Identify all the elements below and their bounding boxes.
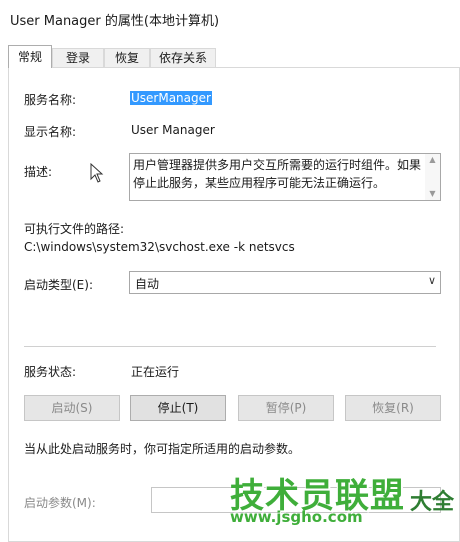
start-button[interactable]: 启动(S) [24, 395, 120, 421]
startup-type-select[interactable]: 自动 ∨ [129, 271, 441, 294]
separator [24, 346, 436, 347]
tab-general[interactable]: 常规 [8, 45, 52, 68]
startup-type-value: 自动 [135, 277, 160, 291]
service-name-label: 服务名称: [24, 93, 77, 107]
tab-dependencies[interactable]: 依存关系 [150, 48, 216, 67]
tab-logon[interactable]: 登录 [52, 48, 104, 67]
stop-button[interactable]: 停止(T) [130, 395, 226, 421]
tab-recovery[interactable]: 恢复 [104, 48, 150, 67]
description-scrollbar[interactable]: ▲ ▼ [425, 154, 440, 200]
start-params-input[interactable] [151, 487, 441, 513]
scroll-down-icon[interactable]: ▼ [425, 188, 440, 200]
window-title: User Manager 的属性(本地计算机) [10, 14, 220, 29]
chevron-down-icon[interactable]: ∨ [428, 274, 436, 287]
service-name-text[interactable]: UserManager [130, 91, 212, 105]
description-label: 描述: [24, 165, 53, 179]
start-params-hint: 当从此处启动服务时，你可指定所适用的启动参数。 [24, 442, 301, 456]
resume-button[interactable]: 恢复(R) [345, 395, 441, 421]
display-name-value[interactable]: User Manager [131, 123, 215, 137]
service-name-value[interactable]: UserManager [130, 91, 212, 105]
display-name-label: 显示名称: [24, 125, 77, 139]
service-status-label: 服务状态: [24, 365, 77, 379]
title-bar: User Manager 的属性(本地计算机) [0, 0, 460, 38]
exe-path-value: C:\windows\system32\svchost.exe -k netsv… [24, 240, 295, 254]
mouse-cursor-icon [90, 163, 104, 183]
scroll-up-icon[interactable]: ▲ [425, 154, 440, 166]
pause-button[interactable]: 暂停(P) [238, 395, 334, 421]
start-params-label: 启动参数(M): [24, 496, 96, 510]
startup-type-label: 启动类型(E): [24, 278, 93, 292]
service-status-value: 正在运行 [131, 365, 180, 379]
description-text: 用户管理器提供多用户交互所需要的运行时组件。如果停止此服务，某些应用程序可能无法… [133, 158, 422, 190]
exe-path-label: 可执行文件的路径: [24, 222, 125, 236]
description-field[interactable]: 用户管理器提供多用户交互所需要的运行时组件。如果停止此服务，某些应用程序可能无法… [129, 153, 441, 201]
